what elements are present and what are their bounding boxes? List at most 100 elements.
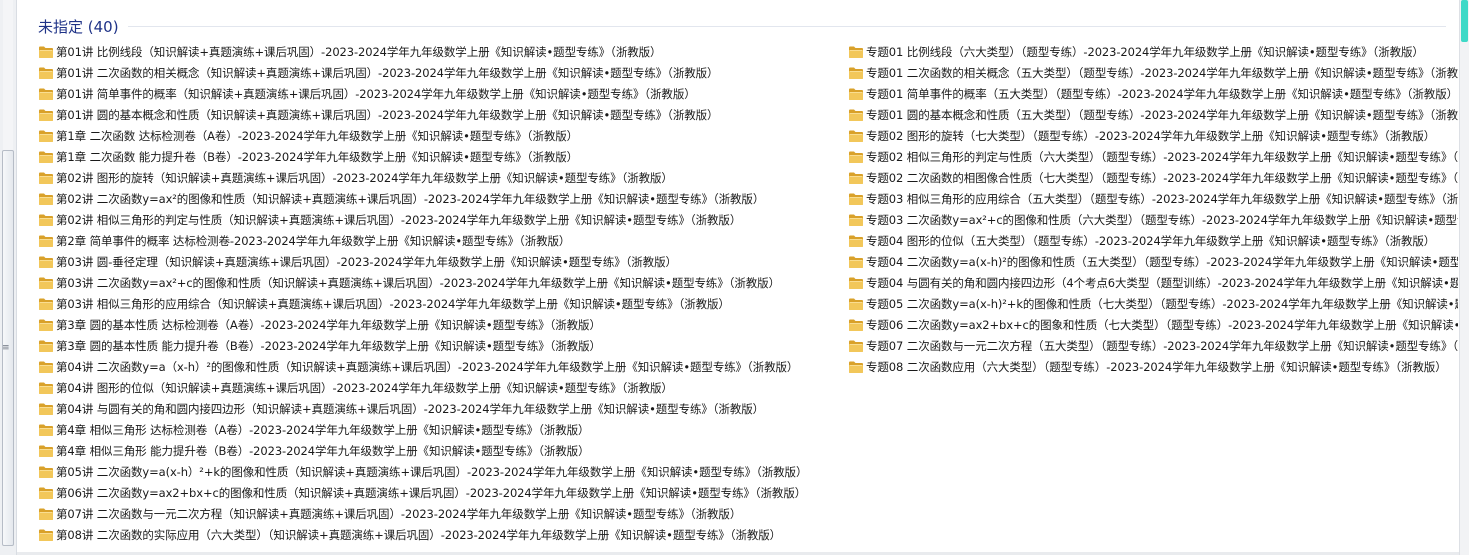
folder-item-left[interactable]: 第02讲 相似三角形的判定与性质（知识解读+真题演练+课后巩固）-2023-20…: [38, 209, 828, 230]
group-title[interactable]: 未指定 (40): [38, 16, 119, 37]
folder-item-left[interactable]: 第04讲 二次函数y=a（x-h）²的图像和性质（知识解读+真题演练+课后巩固）…: [38, 356, 828, 377]
folder-icon: [848, 297, 864, 311]
folder-item-label: 专题04 图形的位似（五大类型）（题型专练）-2023-2024学年九年级数学上…: [866, 233, 1436, 248]
folder-icon: [38, 297, 54, 311]
folder-icon: [38, 150, 54, 164]
folder-icon: [848, 234, 864, 248]
folder-item-left[interactable]: 第4章 相似三角形 达标检测卷（A卷）-2023-2024学年九年级数学上册《知…: [38, 419, 828, 440]
folder-item-right[interactable]: 专题05 二次函数y=a(x-h)²+k的图像和性质（七大类型）（题型专练）-2…: [848, 293, 1458, 314]
folder-item-right[interactable]: 专题03 二次函数y=ax²+c的图像和性质（六大类型）（题型专练）-2023-…: [848, 209, 1458, 230]
folder-icon: [38, 465, 54, 479]
folder-item-label: 专题04 与圆有关的角和圆内接四边形（4个考点6大类型（题型训练）-2023-2…: [866, 275, 1458, 290]
folder-item-label: 第02讲 图形的旋转（知识解读+真题演练+课后巩固）-2023-2024学年九年…: [56, 170, 673, 185]
folder-item-right[interactable]: 专题01 简单事件的概率（五大类型）（题型专练）-2023-2024学年九年级数…: [848, 83, 1458, 104]
folder-icon: [38, 381, 54, 395]
folder-item-right[interactable]: 专题01 圆的基本概念和性质（五大类型）（题型专练）-2023-2024学年九年…: [848, 104, 1458, 125]
folder-item-right[interactable]: 专题06 二次函数y=ax2+bx+c的图象和性质（七大类型）（题型专练）-20…: [848, 314, 1458, 335]
folder-item-label: 第04讲 与圆有关的角和圆内接四边形（知识解读+真题演练+课后巩固）-2023-…: [56, 401, 765, 416]
folder-item-label: 第3章 圆的基本性质 达标检测卷（A卷）-2023-2024学年九年级数学上册《…: [56, 317, 601, 332]
folder-icon: [38, 318, 54, 332]
folder-item-left[interactable]: 第03讲 二次函数y=ax²+c的图像和性质（知识解读+真题演练+课后巩固）-2…: [38, 272, 828, 293]
folder-icon: [848, 318, 864, 332]
file-list-right-column: 专题01 比例线段（六大类型）（题型专练）-2023-2024学年九年级数学上册…: [848, 41, 1458, 377]
folder-item-label: 第1章 二次函数 能力提升卷（B卷）-2023-2024学年九年级数学上册《知识…: [56, 149, 579, 164]
folder-icon: [848, 87, 864, 101]
folder-icon: [38, 339, 54, 353]
folder-icon: [848, 171, 864, 185]
folder-item-left[interactable]: 第1章 二次函数 达标检测卷（A卷）-2023-2024学年九年级数学上册《知识…: [38, 125, 828, 146]
folder-item-label: 第05讲 二次函数y=a(x-h）²+k的图像和性质（知识解读+真题演练+课后巩…: [56, 464, 808, 479]
group-divider: [128, 26, 1446, 27]
folder-item-left[interactable]: 第05讲 二次函数y=a(x-h）²+k的图像和性质（知识解读+真题演练+课后巩…: [38, 461, 828, 482]
folder-item-right[interactable]: 专题02 二次函数的相图像合性质（七大类型）（题型专练）-2023-2024学年…: [848, 167, 1458, 188]
folder-item-left[interactable]: 第3章 圆的基本性质 达标检测卷（A卷）-2023-2024学年九年级数学上册《…: [38, 314, 828, 335]
folder-item-label: 第02讲 相似三角形的判定与性质（知识解读+真题演练+课后巩固）-2023-20…: [56, 212, 742, 227]
folder-item-right[interactable]: 专题02 相似三角形的判定与性质（六大类型）（题型专练）-2023-2024学年…: [848, 146, 1458, 167]
folder-item-label: 第03讲 圆-垂径定理（知识解读+真题演练+课后巩固）-2023-2024学年九…: [56, 254, 677, 269]
folder-item-right[interactable]: 专题04 与圆有关的角和圆内接四边形（4个考点6大类型（题型训练）-2023-2…: [848, 272, 1458, 293]
folder-icon: [38, 423, 54, 437]
folder-item-right[interactable]: 专题01 比例线段（六大类型）（题型专练）-2023-2024学年九年级数学上册…: [848, 41, 1458, 62]
right-scrollbar[interactable]: [1459, 0, 1469, 555]
folder-item-label: 专题06 二次函数y=ax2+bx+c的图象和性质（七大类型）（题型专练）-20…: [866, 317, 1458, 332]
folder-icon: [848, 255, 864, 269]
folder-item-left[interactable]: 第02讲 二次函数y=ax²的图像和性质（知识解读+真题演练+课后巩固）-202…: [38, 188, 828, 209]
folder-item-label: 专题07 二次函数与一元二次方程（五大类型）（题型专练）-2023-2024学年…: [866, 338, 1458, 353]
right-scrollbar-thumb[interactable]: [1461, 0, 1468, 42]
folder-icon: [848, 108, 864, 122]
folder-item-right[interactable]: 专题01 二次函数的相关概念（五大类型）（题型专练）-2023-2024学年九年…: [848, 62, 1458, 83]
folder-item-right[interactable]: 专题07 二次函数与一元二次方程（五大类型）（题型专练）-2023-2024学年…: [848, 335, 1458, 356]
folder-item-label: 专题05 二次函数y=a(x-h)²+k的图像和性质（七大类型）（题型专练）-2…: [866, 296, 1458, 311]
folder-icon: [38, 213, 54, 227]
folder-item-right[interactable]: 专题04 二次函数y=a(x-h)²的图像和性质（五大类型）（题型专练）-202…: [848, 251, 1458, 272]
folder-item-right[interactable]: 专题08 二次函数应用（六大类型）（题型专练）-2023-2024学年九年级数学…: [848, 356, 1458, 377]
folder-item-label: 第04讲 二次函数y=a（x-h）²的图像和性质（知识解读+真题演练+课后巩固）…: [56, 359, 799, 374]
folder-icon: [38, 45, 54, 59]
folder-item-label: 专题01 二次函数的相关概念（五大类型）（题型专练）-2023-2024学年九年…: [866, 65, 1458, 80]
folder-icon: [848, 360, 864, 374]
folder-icon: [38, 108, 54, 122]
folder-item-label: 第01讲 比例线段（知识解读+真题演练+课后巩固）-2023-2024学年九年级…: [56, 44, 662, 59]
vertical-scrollbar[interactable]: ≡: [0, 0, 17, 555]
folder-item-left[interactable]: 第2章 简单事件的概率 达标检测卷-2023-2024学年九年级数学上册《知识解…: [38, 230, 828, 251]
group-header[interactable]: 未指定 (40): [38, 15, 119, 37]
folder-item-label: 专题02 相似三角形的判定与性质（六大类型）（题型专练）-2023-2024学年…: [866, 149, 1458, 164]
folder-item-label: 第01讲 二次函数的相关概念（知识解读+真题演练+课后巩固）-2023-2024…: [56, 65, 719, 80]
file-list-left-column: 第01讲 比例线段（知识解读+真题演练+课后巩固）-2023-2024学年九年级…: [38, 41, 828, 545]
folder-item-label: 第02讲 二次函数y=ax²的图像和性质（知识解读+真题演练+课后巩固）-202…: [56, 191, 765, 206]
folder-icon: [38, 486, 54, 500]
folder-item-label: 第06讲 二次函数y=ax2+bx+c的图像和性质（知识解读+真题演练+课后巩固…: [56, 485, 807, 500]
folder-item-left[interactable]: 第07讲 二次函数与一元二次方程（知识解读+真题演练+课后巩固）-2023-20…: [38, 503, 828, 524]
folder-item-left[interactable]: 第03讲 相似三角形的应用综合（知识解读+真题演练+课后巩固）-2023-202…: [38, 293, 828, 314]
folder-item-label: 专题01 简单事件的概率（五大类型）（题型专练）-2023-2024学年九年级数…: [866, 86, 1458, 101]
folder-item-label: 专题02 图形的旋转（七大类型）（题型专练）-2023-2024学年九年级数学上…: [866, 128, 1436, 143]
folder-item-label: 专题04 二次函数y=a(x-h)²的图像和性质（五大类型）（题型专练）-202…: [866, 254, 1458, 269]
folder-icon: [38, 171, 54, 185]
folder-item-label: 第2章 简单事件的概率 达标检测卷-2023-2024学年九年级数学上册《知识解…: [56, 233, 571, 248]
folder-item-left[interactable]: 第04讲 与圆有关的角和圆内接四边形（知识解读+真题演练+课后巩固）-2023-…: [38, 398, 828, 419]
folder-item-left[interactable]: 第06讲 二次函数y=ax2+bx+c的图像和性质（知识解读+真题演练+课后巩固…: [38, 482, 828, 503]
folder-item-label: 第08讲 二次函数的实际应用（六大类型）（知识解读+真题演练+课后巩固）-202…: [56, 527, 782, 542]
folder-item-label: 第03讲 相似三角形的应用综合（知识解读+真题演练+课后巩固）-2023-202…: [56, 296, 730, 311]
folder-icon: [38, 234, 54, 248]
folder-item-left[interactable]: 第08讲 二次函数的实际应用（六大类型）（知识解读+真题演练+课后巩固）-202…: [38, 524, 828, 545]
folder-item-left[interactable]: 第04讲 图形的位似（知识解读+真题演练+课后巩固）-2023-2024学年九年…: [38, 377, 828, 398]
folder-icon: [38, 528, 54, 542]
folder-icon: [38, 507, 54, 521]
folder-item-left[interactable]: 第03讲 圆-垂径定理（知识解读+真题演练+课后巩固）-2023-2024学年九…: [38, 251, 828, 272]
folder-icon: [848, 129, 864, 143]
folder-item-left[interactable]: 第01讲 圆的基本概念和性质（知识解读+真题演练+课后巩固）-2023-2024…: [38, 104, 828, 125]
folder-item-right[interactable]: 专题03 相似三角形的应用综合（五大类型）（题型专练）-2023-2024学年九…: [848, 188, 1458, 209]
folder-item-left[interactable]: 第02讲 图形的旋转（知识解读+真题演练+课后巩固）-2023-2024学年九年…: [38, 167, 828, 188]
folder-item-left[interactable]: 第01讲 简单事件的概率（知识解读+真题演练+课后巩固）-2023-2024学年…: [38, 83, 828, 104]
folder-item-label: 专题01 圆的基本概念和性质（五大类型）（题型专练）-2023-2024学年九年…: [866, 107, 1458, 122]
folder-item-left[interactable]: 第1章 二次函数 能力提升卷（B卷）-2023-2024学年九年级数学上册《知识…: [38, 146, 828, 167]
folder-item-right[interactable]: 专题04 图形的位似（五大类型）（题型专练）-2023-2024学年九年级数学上…: [848, 230, 1458, 251]
folder-item-left[interactable]: 第3章 圆的基本性质 能力提升卷（B卷）-2023-2024学年九年级数学上册《…: [38, 335, 828, 356]
folder-item-right[interactable]: 专题02 图形的旋转（七大类型）（题型专练）-2023-2024学年九年级数学上…: [848, 125, 1458, 146]
folder-item-left[interactable]: 第01讲 二次函数的相关概念（知识解读+真题演练+课后巩固）-2023-2024…: [38, 62, 828, 83]
scrollbar-track[interactable]: [3, 0, 13, 150]
folder-item-left[interactable]: 第4章 相似三角形 能力提升卷（B卷）-2023-2024学年九年级数学上册《知…: [38, 440, 828, 461]
folder-item-left[interactable]: 第01讲 比例线段（知识解读+真题演练+课后巩固）-2023-2024学年九年级…: [38, 41, 828, 62]
folder-item-label: 第4章 相似三角形 能力提升卷（B卷）-2023-2024学年九年级数学上册《知…: [56, 443, 590, 458]
